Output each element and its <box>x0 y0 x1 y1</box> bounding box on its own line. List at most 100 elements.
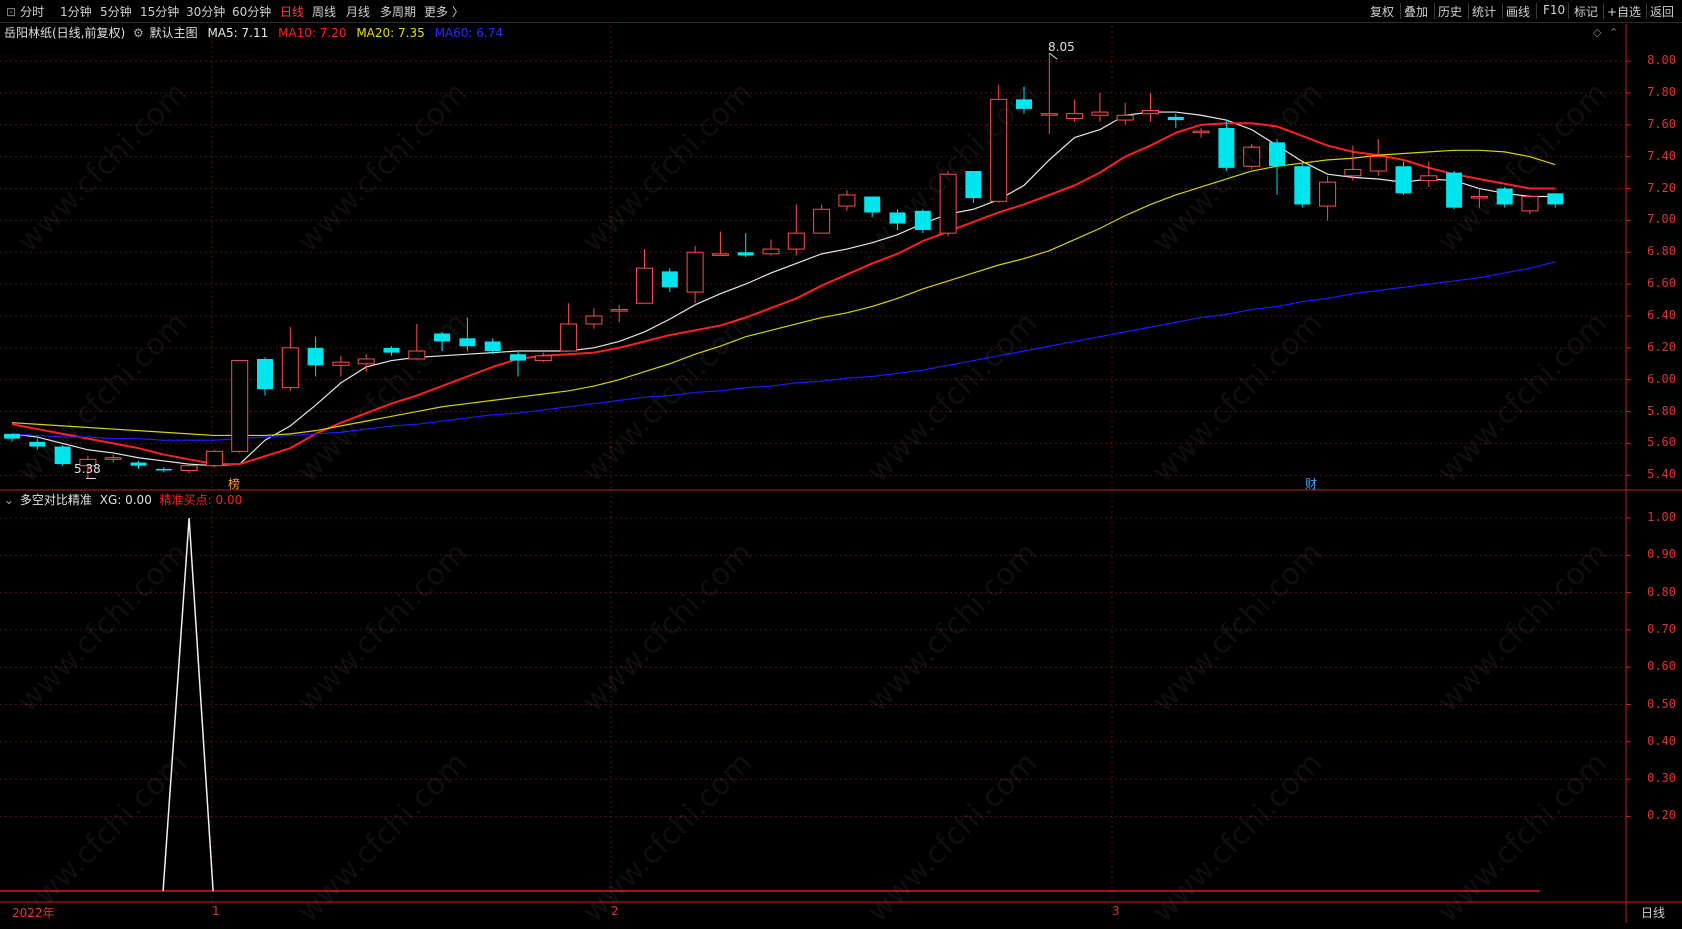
mark-button[interactable]: 标记 <box>1574 3 1598 20</box>
candle <box>257 357 273 396</box>
period-tab-fenshi[interactable]: ⊡ 分时 <box>6 3 44 20</box>
period-tab-multi[interactable]: 多周期 <box>380 3 416 20</box>
period-tab-1min[interactable]: 1分钟 <box>60 3 92 20</box>
expand-icon[interactable]: ⌃ <box>1609 26 1618 39</box>
stock-title[interactable]: 岳阳林纸(日线,前复权) <box>4 26 125 40</box>
candle <box>510 351 526 377</box>
candle-body <box>965 171 982 199</box>
chart-canvas[interactable] <box>0 0 1682 923</box>
x-label-year: 2022年 <box>12 906 55 920</box>
period-tab-daily[interactable]: 日线 <box>280 3 304 20</box>
period-tab-15min[interactable]: 15分钟 <box>140 3 179 20</box>
y-tick: 5.40 <box>1647 467 1676 482</box>
candle-body <box>1040 113 1058 116</box>
y-tick: 8.00 <box>1647 53 1676 68</box>
y-tick: 0.80 <box>1647 584 1676 599</box>
candle <box>990 85 1008 203</box>
period-tab-more[interactable]: 更多 〉 <box>424 3 464 20</box>
candle-body <box>1395 166 1412 194</box>
candle-body <box>205 450 223 467</box>
period-indicator[interactable]: 日线 <box>1641 904 1665 921</box>
candle-body <box>864 196 881 213</box>
candle <box>231 360 249 453</box>
candle <box>661 268 678 293</box>
candle-body <box>534 355 552 362</box>
overlay-button[interactable]: 叠加 <box>1404 3 1428 20</box>
candle <box>864 196 881 218</box>
candle <box>180 464 198 474</box>
y-tick: 7.00 <box>1647 212 1676 227</box>
candle <box>1446 171 1463 210</box>
candle <box>610 304 628 323</box>
candle-body <box>54 446 71 465</box>
candle <box>1521 194 1539 215</box>
candle <box>332 355 350 377</box>
period-tab-30min[interactable]: 30分钟 <box>186 3 225 20</box>
candle-body <box>29 441 46 447</box>
back-button[interactable]: 返回 <box>1650 3 1674 20</box>
candle-body <box>889 212 906 224</box>
candle <box>1319 175 1337 221</box>
candle-body <box>1344 168 1362 177</box>
period-tab-weekly[interactable]: 周线 <box>312 3 336 20</box>
history-button[interactable]: 历史 <box>1438 3 1462 20</box>
candle-body <box>1521 196 1539 212</box>
candle-body <box>560 323 578 352</box>
toolbar-divider <box>1536 3 1537 19</box>
candle <box>1040 53 1058 135</box>
candle <box>1192 128 1210 138</box>
period-tab-monthly[interactable]: 月线 <box>346 3 370 20</box>
indicator-menu-icon[interactable]: ⌄ <box>4 493 14 507</box>
bang-marker[interactable]: 榜 <box>228 475 240 492</box>
candle-body <box>1142 109 1159 115</box>
candle <box>1091 92 1109 122</box>
candle-body <box>762 248 780 255</box>
toolbar-divider <box>1468 3 1469 19</box>
candle <box>838 190 856 211</box>
candle <box>813 204 831 234</box>
draw-line-button[interactable]: 画线 <box>1506 3 1530 20</box>
candle-body <box>231 360 249 452</box>
candle <box>585 308 603 329</box>
candle-body <box>383 347 400 353</box>
candle-body <box>1243 146 1261 167</box>
diamond-icon[interactable]: ◇ <box>1593 26 1601 39</box>
y-tick: 5.60 <box>1647 435 1676 450</box>
add-watchlist-button[interactable]: +自选 <box>1607 3 1641 20</box>
cai-marker[interactable]: 财 <box>1305 475 1317 492</box>
chart-frame <box>0 24 1682 923</box>
toolbar-divider <box>1646 3 1647 19</box>
candle <box>1142 92 1159 122</box>
candle <box>130 460 147 469</box>
candle-body <box>1470 196 1488 199</box>
candle-body <box>610 309 628 312</box>
y-tick: 0.90 <box>1647 547 1676 562</box>
candle-body <box>281 347 299 389</box>
indicator-name[interactable]: 多空对比精准 <box>20 493 92 507</box>
period-tab-5min[interactable]: 5分钟 <box>100 3 132 20</box>
candle-body <box>155 468 172 471</box>
period-tab-60min[interactable]: 60分钟 <box>232 3 271 20</box>
candle-body <box>180 465 198 471</box>
fuquan-button[interactable]: 复权 <box>1370 3 1394 20</box>
candle <box>307 336 324 377</box>
y-tick: 7.60 <box>1647 116 1676 131</box>
high-price-marker: 8.05 <box>1048 40 1075 54</box>
y-tick: 0.50 <box>1647 696 1676 711</box>
candle <box>737 233 754 258</box>
y-tick: 7.80 <box>1647 84 1676 99</box>
statistics-button[interactable]: 统计 <box>1472 3 1496 20</box>
candle <box>939 171 957 237</box>
candle-body <box>711 253 729 256</box>
y-tick: 0.70 <box>1647 621 1676 636</box>
y-tick: 0.40 <box>1647 733 1676 748</box>
f10-button[interactable]: F10 <box>1543 3 1565 17</box>
candle-body <box>1496 188 1513 205</box>
template-toggle-icon[interactable]: ⚙ <box>133 26 144 40</box>
template-name[interactable]: 默认主图 <box>150 26 198 40</box>
candle-body <box>408 350 426 360</box>
candle-body <box>585 315 603 325</box>
candle <box>408 323 426 360</box>
candle <box>965 171 982 203</box>
y-tick: 7.40 <box>1647 148 1676 163</box>
